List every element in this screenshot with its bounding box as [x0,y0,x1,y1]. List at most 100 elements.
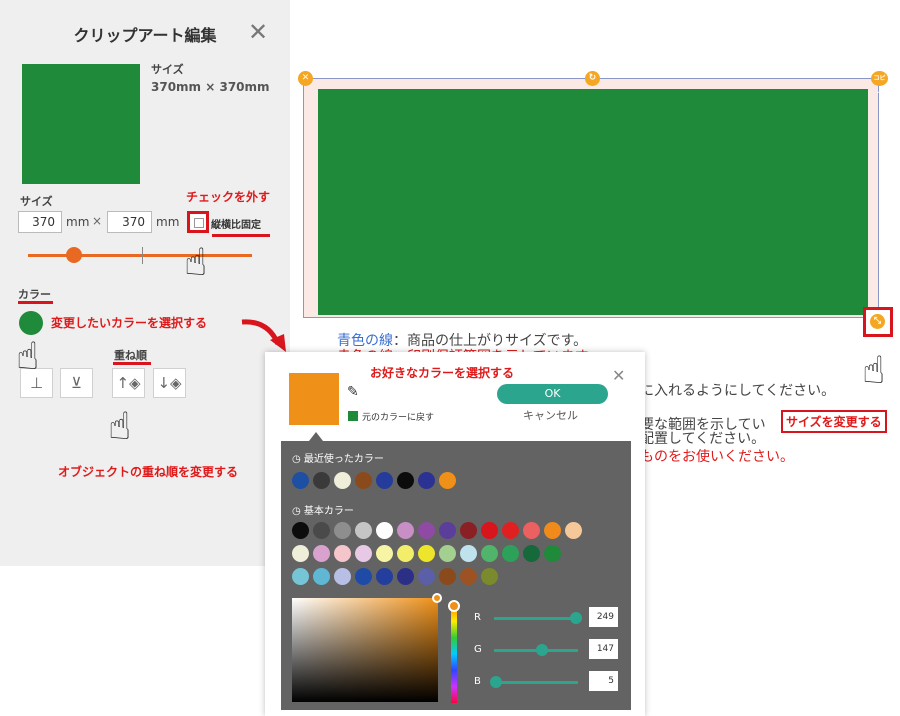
color-swatch[interactable] [544,545,561,562]
color-swatch[interactable] [334,568,351,585]
b-slider-track[interactable] [494,681,578,684]
color-swatch[interactable] [376,472,393,489]
color-swatch[interactable] [292,568,309,585]
resize-annotation: サイズを変更する [781,410,887,433]
color-swatch[interactable] [397,472,414,489]
color-swatch[interactable] [334,522,351,539]
color-swatch[interactable] [313,472,330,489]
color-swatch[interactable] [418,522,435,539]
color-swatch[interactable] [565,522,582,539]
color-swatch[interactable] [439,568,456,585]
layer-order-label: 重ね順 [114,349,147,362]
eyedropper-icon[interactable]: ✎ [347,384,359,400]
panel-title: クリップアート編集 [73,26,217,45]
color-swatch[interactable] [439,545,456,562]
color-swatch[interactable] [460,545,477,562]
aspect-lock-checkbox[interactable] [194,218,204,228]
color-swatch[interactable] [355,472,372,489]
color-swatch[interactable] [544,522,561,539]
pointing-hand-icon: ☝ [16,334,40,378]
uncheck-annotation: チェックを外す [186,190,271,204]
color-swatch[interactable] [376,522,393,539]
original-color-swatch[interactable] [348,411,358,421]
color-swatch[interactable] [481,568,498,585]
color-swatch[interactable] [334,472,351,489]
color-swatch[interactable] [397,545,414,562]
saturation-value-area[interactable] [292,598,438,702]
cancel-button[interactable]: キャンセル [523,407,578,423]
close-icon[interactable]: ✕ [612,366,625,385]
info-text-line: ものをお使いください。 [640,449,794,465]
color-swatch[interactable] [523,545,540,562]
r-value-input[interactable]: 249 [589,607,618,627]
info-text-line: 配置してください。 [640,431,766,447]
color-swatch[interactable] [481,522,498,539]
basic-colors-title: ◷ 基本カラー [292,506,354,517]
color-swatch[interactable] [376,568,393,585]
color-label: カラー [18,288,51,301]
color-swatch[interactable] [418,545,435,562]
color-swatch[interactable] [460,568,477,585]
size-slider-knob[interactable] [66,247,82,263]
color-swatch[interactable] [397,568,414,585]
color-swatch[interactable] [481,545,498,562]
times-sign: × [92,214,103,228]
color-swatch[interactable] [418,568,435,585]
close-icon[interactable]: ✕ [248,20,268,44]
red-underline [113,362,151,365]
size-value: 370mm × 370mm [151,80,270,94]
color-swatch[interactable] [355,568,372,585]
color-swatch[interactable] [502,545,519,562]
red-underline [18,301,53,304]
r-slider-knob[interactable] [570,612,583,624]
saturation-knob[interactable] [432,593,442,603]
color-swatch[interactable] [355,545,372,562]
b-slider-knob[interactable] [489,676,502,688]
info-text-line: に入れるようにしてください。 [640,383,836,399]
color-swatch[interactable] [334,545,351,562]
height-input[interactable] [107,211,152,233]
ok-button[interactable]: OK [497,384,608,404]
copy-handle-icon[interactable]: コピー [871,71,888,97]
r-label: R [474,612,481,623]
size-label: サイズ [20,195,53,208]
width-input[interactable] [18,211,62,233]
revert-color-link[interactable]: 元のカラーに戻す [362,410,434,423]
g-value-input[interactable]: 147 [589,639,618,659]
resize-handle-icon[interactable]: ⤡ [870,314,885,329]
color-swatch[interactable] [355,522,372,539]
pointing-hand-icon: ☝ [108,404,132,448]
hue-bar[interactable] [451,605,457,703]
color-swatch[interactable] [292,522,309,539]
align-center-button[interactable]: ⊻ [60,368,93,398]
bring-forward-button[interactable]: ↑◈ [112,368,145,398]
color-swatch[interactable] [313,522,330,539]
clipart-object[interactable] [318,89,868,315]
color-swatch[interactable] [460,522,477,539]
b-value-input[interactable]: 5 [589,671,618,691]
rotate-handle-icon[interactable]: ↻ [585,71,600,86]
r-slider-track[interactable] [494,617,578,620]
color-swatch-button[interactable] [19,311,43,335]
color-swatch[interactable] [439,522,456,539]
color-swatch[interactable] [313,568,330,585]
color-swatch[interactable] [418,472,435,489]
recent-colors-title: ◷ 最近使ったカラー [292,454,384,465]
color-swatch[interactable] [397,522,414,539]
size-slider-track[interactable] [28,254,252,257]
clipart-preview [22,64,140,184]
red-underline [212,234,270,237]
color-swatch[interactable] [439,472,456,489]
color-swatch[interactable] [292,472,309,489]
send-backward-button[interactable]: ↓◈ [153,368,186,398]
change-order-annotation: オブジェクトの重ね順を変更する [58,465,239,479]
color-swatch[interactable] [313,545,330,562]
color-swatch[interactable] [523,522,540,539]
size-heading: サイズ [151,63,184,76]
hue-knob[interactable] [448,600,460,612]
color-swatch[interactable] [376,545,393,562]
delete-handle-icon[interactable]: ✕ [298,71,313,86]
color-swatch[interactable] [292,545,309,562]
popup-pointer [309,432,323,441]
color-swatch[interactable] [502,522,519,539]
